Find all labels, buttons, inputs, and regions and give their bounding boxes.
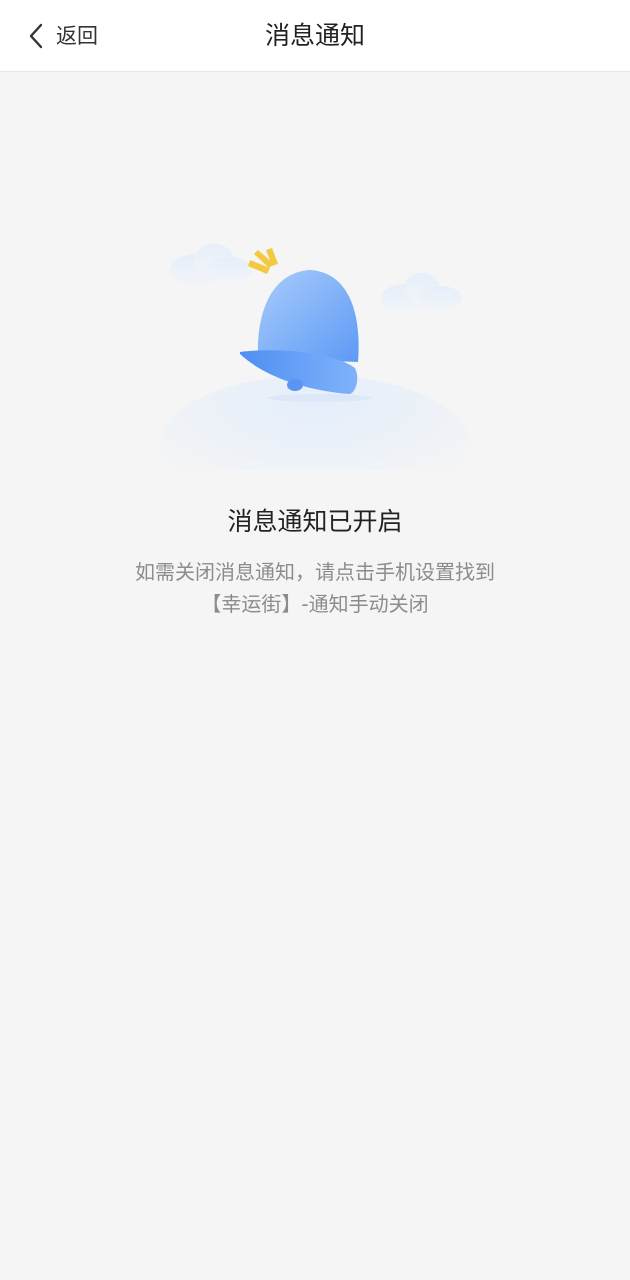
nav-header: 返回 消息通知 [0, 0, 630, 72]
page-title: 消息通知 [264, 21, 365, 50]
status-description-line2: 【幸运街】-通知手动关闭 [201, 592, 429, 616]
status-description-line1: 如需关闭消息通知，请点击手机设置找到 [135, 560, 495, 584]
bell-illustration [150, 230, 480, 515]
status-title: 消息通知已开启 [227, 507, 403, 536]
notification-settings-page: 返回 消息通知 消息通知已开启 如需关闭消息通知，请点击手机设置找到 【幸运街】… [0, 0, 630, 1280]
